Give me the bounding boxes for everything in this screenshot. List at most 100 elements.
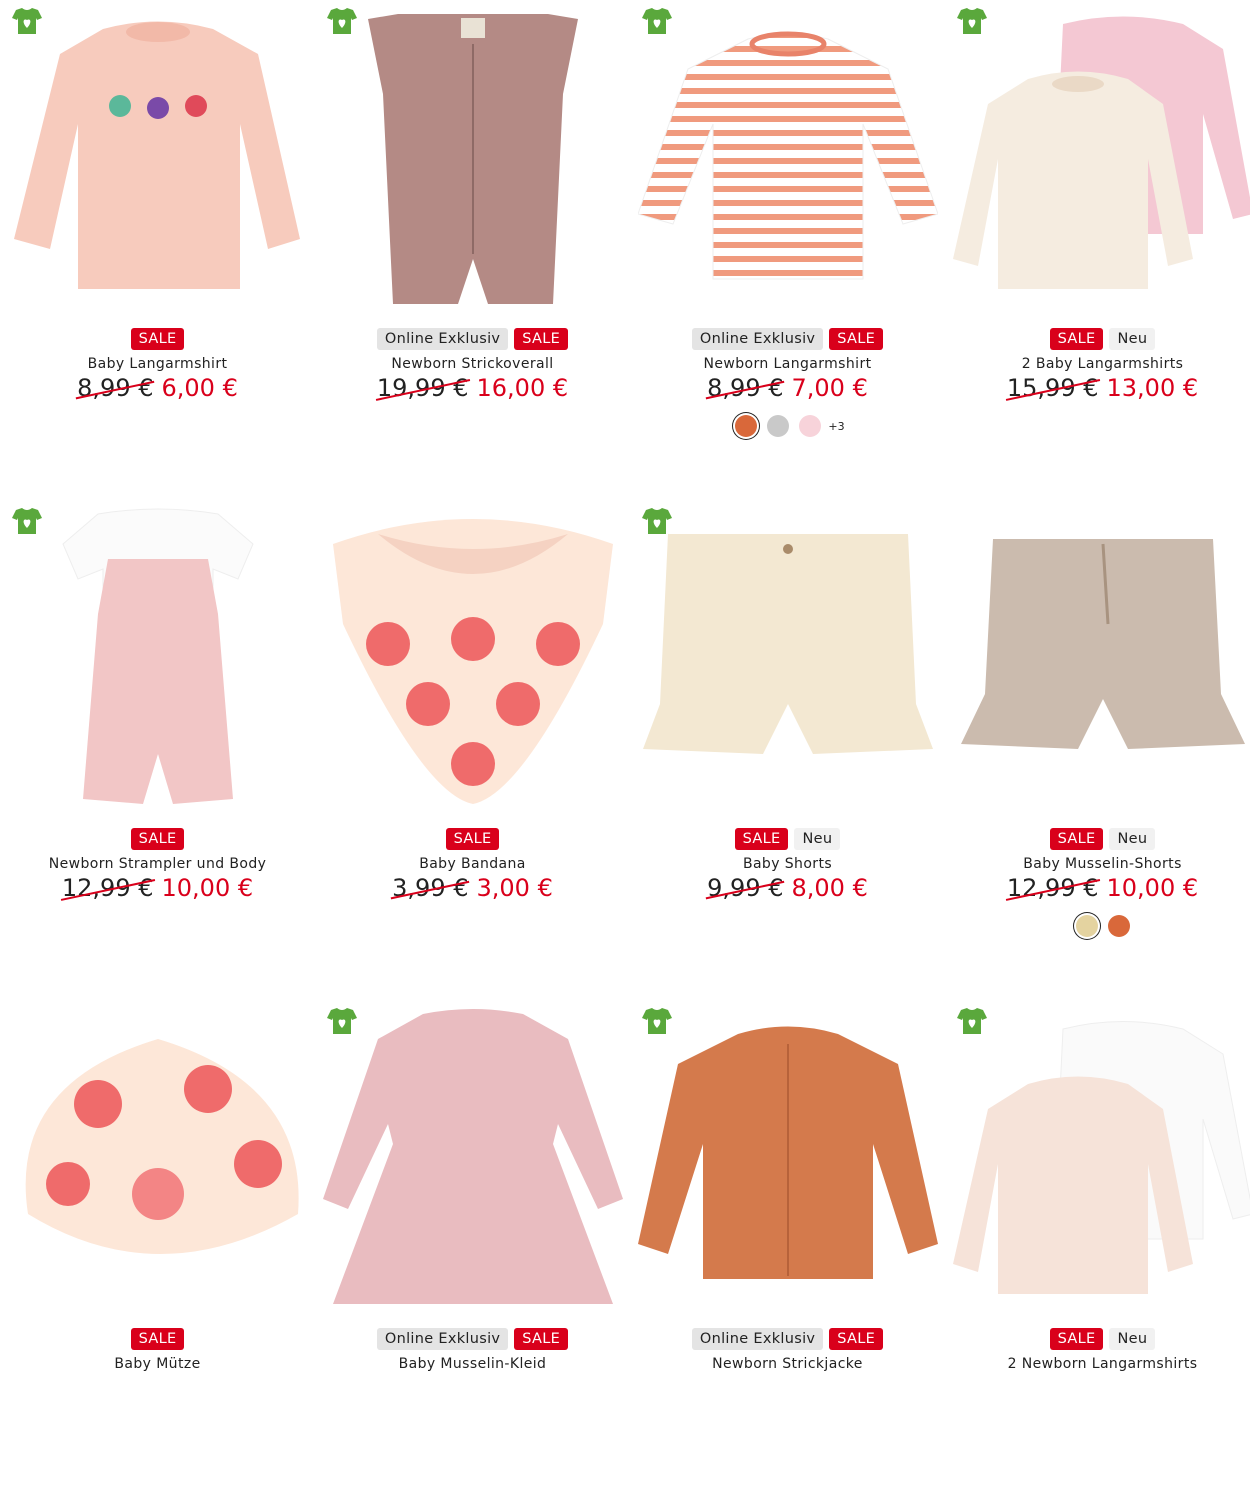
new-badge: Neu bbox=[794, 828, 841, 850]
price: 3,99 €3,00 € bbox=[315, 874, 630, 902]
sale-badge: SALE bbox=[1049, 828, 1104, 850]
color-swatches bbox=[945, 915, 1250, 937]
product-name[interactable]: Baby Shorts bbox=[630, 856, 945, 872]
product-image[interactable] bbox=[8, 504, 308, 812]
sale-price: 16,00 € bbox=[476, 374, 569, 402]
old-price: 8,99 € bbox=[77, 374, 154, 402]
product-name[interactable]: Newborn Strickjacke bbox=[630, 1356, 945, 1372]
product-card[interactable]: SALE Neu Baby Musselin-Shorts 12,99 €10,00 … bbox=[945, 500, 1250, 1000]
badge-row: SALE Neu bbox=[945, 828, 1250, 850]
product-card[interactable]: Online Exklusiv SALE Baby Musselin-Kleid bbox=[315, 1000, 630, 1500]
product-image[interactable] bbox=[953, 1004, 1250, 1312]
product-image[interactable] bbox=[8, 1004, 308, 1312]
sale-badge: SALE bbox=[130, 828, 185, 850]
product-name[interactable]: Newborn Strickoverall bbox=[315, 356, 630, 372]
color-swatch[interactable] bbox=[799, 415, 822, 437]
badge-row: SALE Neu bbox=[945, 1328, 1250, 1350]
product-name[interactable]: Newborn Langarmshirt bbox=[630, 356, 945, 372]
product-card[interactable]: SALE Baby Mütze bbox=[0, 1000, 315, 1500]
product-card[interactable]: SALE Neu 2 Baby Langarmshirts 15,99 €13,00 … bbox=[945, 0, 1250, 500]
sale-badge: SALE bbox=[734, 828, 789, 850]
product-grid: SALE Baby Langarmshirt 8,99 €6,00 € Online… bbox=[0, 0, 1250, 1372]
product-image[interactable] bbox=[638, 4, 938, 312]
product-card[interactable]: Online Exklusiv SALE Newborn Langarmshirt 8… bbox=[630, 0, 945, 500]
old-price: 3,99 € bbox=[392, 874, 469, 902]
product-image[interactable] bbox=[323, 504, 623, 812]
product-name[interactable]: 2 Newborn Langarmshirts bbox=[945, 1356, 1250, 1372]
color-swatch[interactable] bbox=[1107, 915, 1130, 937]
product-image[interactable] bbox=[8, 4, 308, 312]
online-exclusive-badge: Online Exklusiv bbox=[691, 328, 824, 350]
sale-badge: SALE bbox=[445, 828, 500, 850]
eco-shirt-heart-icon bbox=[955, 1006, 989, 1038]
product-name[interactable]: Baby Musselin-Kleid bbox=[315, 1356, 630, 1372]
sale-price: 10,00 € bbox=[161, 874, 254, 902]
new-badge: Neu bbox=[1109, 828, 1156, 850]
more-colors-count[interactable]: +3 bbox=[828, 420, 844, 433]
product-card[interactable]: SALE Newborn Strampler und Body 12,99 €10,… bbox=[0, 500, 315, 1000]
sale-badge: SALE bbox=[130, 328, 185, 350]
product-image[interactable] bbox=[953, 504, 1250, 812]
color-swatch[interactable] bbox=[1075, 915, 1098, 937]
product-name[interactable]: Newborn Strampler und Body bbox=[0, 856, 315, 872]
price: 12,99 €10,00 € bbox=[945, 874, 1250, 902]
sale-price: 13,00 € bbox=[1106, 374, 1199, 402]
product-card[interactable]: SALE Baby Langarmshirt 8,99 €6,00 € bbox=[0, 0, 315, 500]
price: 8,99 €7,00 € bbox=[630, 374, 945, 402]
product-card[interactable]: Online Exklusiv SALE Newborn Strickjacke bbox=[630, 1000, 945, 1500]
old-price: 12,99 € bbox=[1006, 874, 1099, 902]
product-card[interactable]: SALE Baby Bandana 3,99 €3,00 € bbox=[315, 500, 630, 1000]
eco-shirt-heart-icon bbox=[955, 6, 989, 38]
badge-row: SALE bbox=[0, 1328, 315, 1350]
sale-badge: SALE bbox=[1049, 328, 1104, 350]
eco-shirt-heart-icon bbox=[640, 1006, 674, 1038]
eco-shirt-heart-icon bbox=[325, 6, 359, 38]
old-price: 19,99 € bbox=[376, 374, 469, 402]
old-price: 12,99 € bbox=[61, 874, 154, 902]
product-image[interactable] bbox=[638, 1004, 938, 1312]
price: 8,99 €6,00 € bbox=[0, 374, 315, 402]
product-name[interactable]: 2 Baby Langarmshirts bbox=[945, 356, 1250, 372]
badge-row: Online Exklusiv SALE bbox=[630, 328, 945, 350]
color-swatch[interactable] bbox=[767, 415, 790, 437]
badge-row: SALE Neu bbox=[630, 828, 945, 850]
sale-badge: SALE bbox=[829, 328, 884, 350]
price: 19,99 €16,00 € bbox=[315, 374, 630, 402]
product-image[interactable] bbox=[323, 1004, 623, 1312]
eco-shirt-heart-icon bbox=[640, 506, 674, 538]
sale-price: 7,00 € bbox=[791, 374, 868, 402]
new-badge: Neu bbox=[1109, 328, 1156, 350]
badge-row: SALE bbox=[0, 828, 315, 850]
color-swatch[interactable] bbox=[735, 415, 758, 437]
product-card[interactable]: SALE Neu 2 Newborn Langarmshirts bbox=[945, 1000, 1250, 1500]
product-card[interactable]: Online Exklusiv SALE Newborn Strickoverall… bbox=[315, 0, 630, 500]
price: 12,99 €10,00 € bbox=[0, 874, 315, 902]
product-image[interactable] bbox=[323, 4, 623, 312]
product-name[interactable]: Baby Musselin-Shorts bbox=[945, 856, 1250, 872]
old-price: 15,99 € bbox=[1006, 374, 1099, 402]
price: 15,99 €13,00 € bbox=[945, 374, 1250, 402]
product-name[interactable]: Baby Langarmshirt bbox=[0, 356, 315, 372]
product-image[interactable] bbox=[953, 4, 1250, 312]
badge-row: SALE bbox=[0, 328, 315, 350]
product-name[interactable]: Baby Mütze bbox=[0, 1356, 315, 1372]
sale-price: 8,00 € bbox=[791, 874, 868, 902]
sale-badge: SALE bbox=[514, 328, 569, 350]
product-card[interactable]: SALE Neu Baby Shorts 9,99 €8,00 € bbox=[630, 500, 945, 1000]
sale-price: 6,00 € bbox=[161, 374, 238, 402]
sale-badge: SALE bbox=[514, 1328, 569, 1350]
online-exclusive-badge: Online Exklusiv bbox=[376, 328, 509, 350]
product-name[interactable]: Baby Bandana bbox=[315, 856, 630, 872]
new-badge: Neu bbox=[1109, 1328, 1156, 1350]
badge-row: SALE Neu bbox=[945, 328, 1250, 350]
badge-row: Online Exklusiv SALE bbox=[630, 1328, 945, 1350]
sale-price: 10,00 € bbox=[1106, 874, 1199, 902]
old-price: 8,99 € bbox=[707, 374, 784, 402]
old-price: 9,99 € bbox=[707, 874, 784, 902]
badge-row: SALE bbox=[315, 828, 630, 850]
online-exclusive-badge: Online Exklusiv bbox=[691, 1328, 824, 1350]
sale-price: 3,00 € bbox=[476, 874, 553, 902]
eco-shirt-heart-icon bbox=[640, 6, 674, 38]
product-image[interactable] bbox=[638, 504, 938, 812]
sale-badge: SALE bbox=[130, 1328, 185, 1350]
